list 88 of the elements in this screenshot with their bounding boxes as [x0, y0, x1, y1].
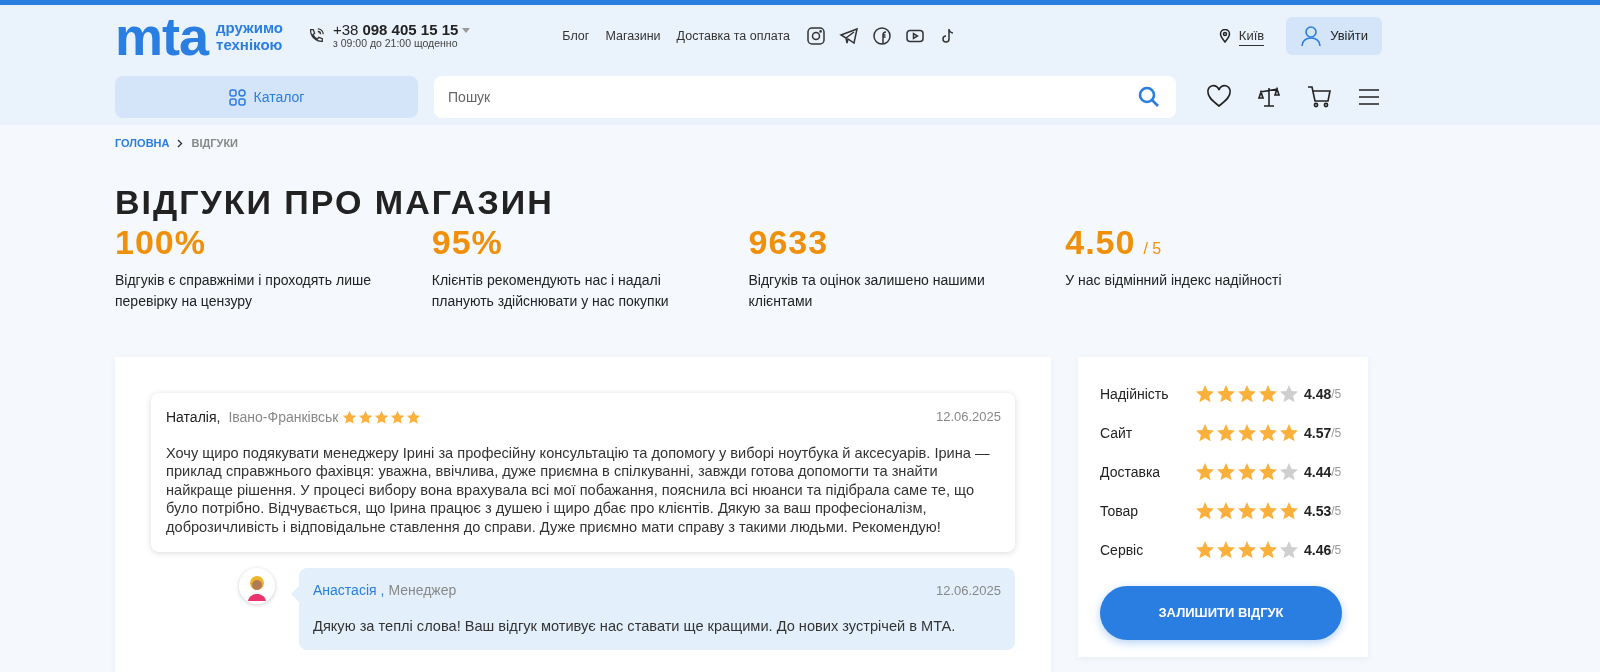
- review-city: Івано-Франківськ: [228, 407, 339, 427]
- reply-role: Менеджер: [388, 581, 457, 601]
- star-icon: [1258, 423, 1278, 444]
- star-icon: [390, 409, 406, 425]
- star-icon: [358, 409, 374, 425]
- rating-label: Сервіс: [1100, 540, 1145, 560]
- star-icon: [1195, 384, 1215, 405]
- star-icon: [1237, 501, 1257, 522]
- instagram-icon[interactable]: [806, 26, 826, 46]
- reply-text: Дякую за теплі слова! Ваш відгук мотивує нас ставати ще кращими. До нових зустрічей в МТА.: [313, 617, 957, 636]
- star-icon: [1258, 540, 1278, 561]
- city-link[interactable]: Київ: [1238, 25, 1265, 47]
- search-field[interactable]: Пошук: [434, 76, 1176, 118]
- avatar-icon: [239, 568, 275, 605]
- search-icon[interactable]: [1138, 86, 1160, 108]
- empty-star-icon: [1279, 540, 1299, 561]
- review-text: Хочу щиро подякувати менеджеру Ірині за професійну консультацію та допомогу у виборі ноутбука й аксесуарів. Ірина — приклад справжнього фахівця: уважна, ввічлива, дуже приємна в спілкуванні, завжди готова допомогти та знайти найкраще рішення. У процесі вибору вона врахувала всі мої побажання, пояснила всі нюанси та підібрала саме те, що було потрібно. Відчувається, що Ірина працює з душею і щиро дбає про клієнтів. Дякую за ваш професіоналізм, доброзичливість і відповідальне ставлення до справи. Дуже приємно мати справу з такими людьми. Рекомендую!: [166, 443, 991, 537]
- star-icon: [1195, 540, 1215, 561]
- logo-tagline: технікою: [216, 36, 283, 54]
- stat-description: У нас відмінний індекс надійності: [1065, 270, 1283, 290]
- stat-description: Відгуків є справжніми і проходять лише перевірку на цензуру: [115, 270, 372, 311]
- rating-label: Товар: [1100, 501, 1140, 521]
- leave-review-button[interactable]: ЗАЛИШИТИ ВІДГУК: [1100, 585, 1342, 640]
- rating-label: Надійність: [1100, 384, 1170, 404]
- rating-max: /5: [1331, 425, 1342, 443]
- rating-max: /5: [1331, 542, 1342, 560]
- review-author: Наталія,: [166, 407, 221, 427]
- stat-description: Відгуків та оцінок залишено нашими клієнтами: [748, 270, 986, 311]
- chevron-icon: [177, 138, 184, 148]
- telegram-icon[interactable]: [839, 26, 859, 46]
- rating-score: 4.46: [1304, 540, 1332, 560]
- nav-link[interactable]: Доставка та оплата: [676, 26, 790, 46]
- rating-max: /5: [1331, 386, 1342, 404]
- review-date: 12.06.2025: [935, 408, 1001, 427]
- empty-star-icon: [1279, 462, 1299, 483]
- stat-suffix: / 5: [1143, 239, 1162, 260]
- star-icon: [1258, 462, 1278, 483]
- star-icon: [374, 409, 390, 425]
- star-icon: [1258, 384, 1278, 405]
- user-icon: [1300, 25, 1323, 47]
- star-icon: [1237, 462, 1257, 483]
- rating-max: /5: [1331, 464, 1342, 482]
- stat-value: 100%: [115, 224, 206, 262]
- logo[interactable]: mta: [115, 9, 209, 63]
- star-icon: [1279, 423, 1299, 444]
- rating-label: Доставка: [1100, 462, 1162, 482]
- stat-value: 9633: [748, 224, 829, 262]
- nav-link[interactable]: Магазини: [605, 26, 661, 46]
- star-icon: [1216, 384, 1236, 405]
- breadcrumb-link[interactable]: ГОЛОВНА: [115, 135, 170, 152]
- star-icon: [1237, 384, 1257, 405]
- rating-label: Сайт: [1100, 423, 1134, 443]
- rating-score: 4.44: [1304, 462, 1332, 482]
- rating-max: /5: [1331, 503, 1342, 521]
- reply-date: 12.06.2025: [935, 582, 1001, 601]
- star-icon: [1195, 501, 1215, 522]
- star-icon: [1195, 462, 1215, 483]
- rating-score: 4.53: [1304, 501, 1332, 521]
- rating-score: 4.48: [1304, 384, 1332, 404]
- star-icon: [1216, 540, 1236, 561]
- star-icon: [1216, 462, 1236, 483]
- working-hours: з 09:00 до 21:00 щоденно: [332, 38, 459, 50]
- stat-value: 95%: [431, 224, 503, 262]
- star-icon: [1216, 501, 1236, 522]
- grid-icon: [228, 88, 246, 106]
- nav-link[interactable]: Блог: [562, 26, 590, 46]
- empty-star-icon: [1279, 384, 1299, 405]
- facebook-icon[interactable]: [872, 26, 892, 46]
- star-icon: [1237, 423, 1257, 444]
- phone-number[interactable]: 098 405 15 15: [362, 21, 459, 39]
- star-icon: [1237, 540, 1257, 561]
- heart-icon[interactable]: [1206, 84, 1232, 110]
- phone-prefix: +38: [332, 21, 359, 39]
- star-icon: [1279, 501, 1299, 522]
- reply-author: Анастасія ,: [313, 581, 385, 601]
- star-icon: [1195, 423, 1215, 444]
- login-button[interactable]: Увійти: [1286, 17, 1382, 55]
- cart-icon[interactable]: [1306, 84, 1332, 110]
- location-pin-icon: [1218, 29, 1231, 43]
- rating-score: 4.57: [1304, 423, 1332, 443]
- star-icon: [1258, 501, 1278, 522]
- star-icon: [342, 409, 358, 425]
- star-icon: [1216, 423, 1236, 444]
- stat-value: 4.50: [1065, 224, 1136, 262]
- logo-tagline: дружимо: [216, 18, 283, 36]
- star-icon: [406, 409, 422, 425]
- page-title: ВІДГУКИ ПРО МАГАЗИН: [115, 181, 555, 223]
- stat-description: Клієнтів рекомендують нас і надалі планують здійснювати у нас покупки: [431, 270, 670, 311]
